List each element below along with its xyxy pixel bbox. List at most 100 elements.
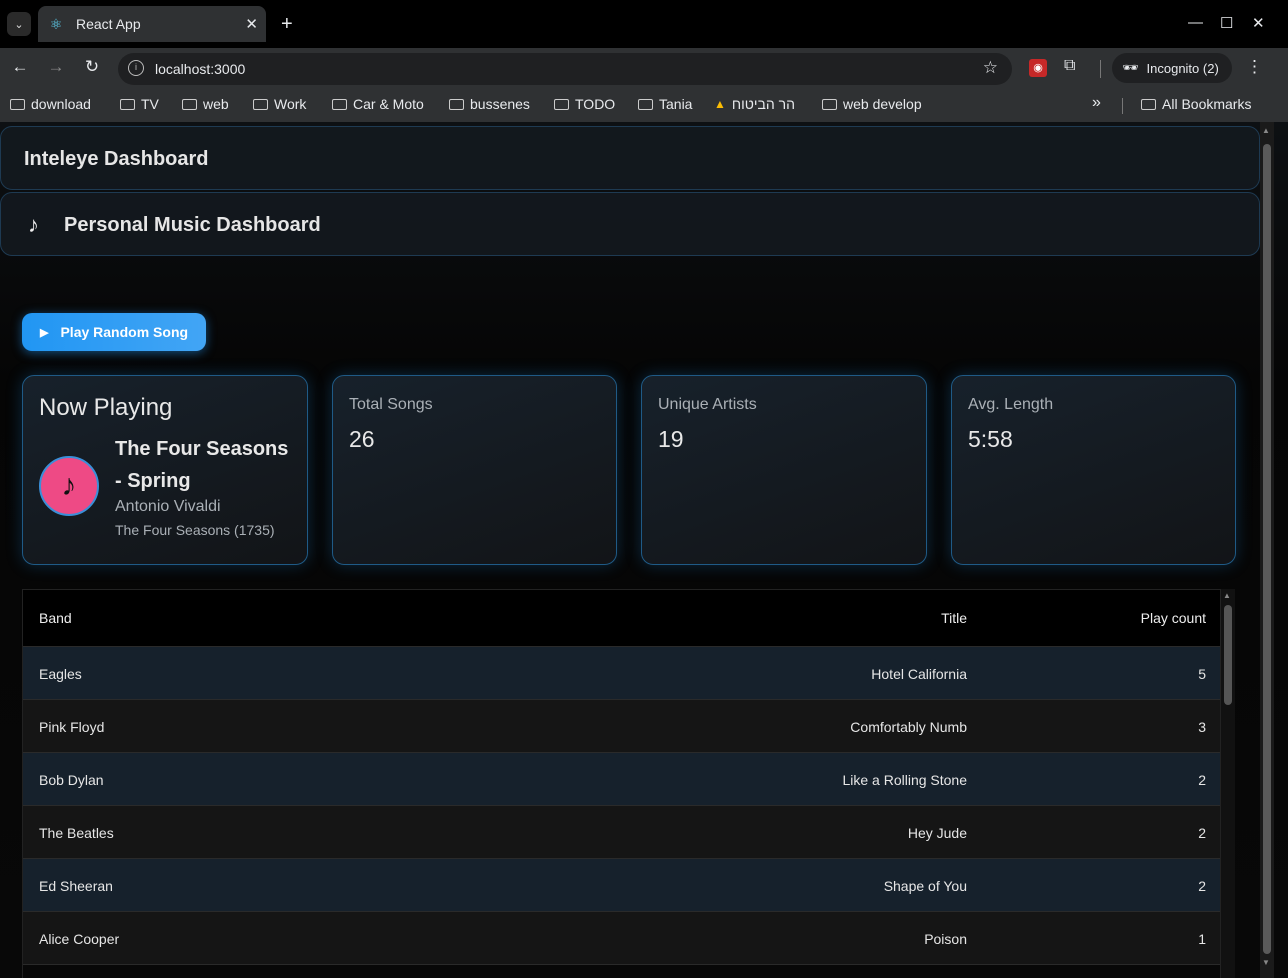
music-note-icon: ♪ xyxy=(28,212,39,237)
dashboard-header: ♪ Personal Music Dashboard xyxy=(0,192,1260,256)
stat-card-avg-length: Avg. Length 5:58 xyxy=(951,375,1236,565)
forward-icon[interactable]: → xyxy=(45,57,67,77)
table-row[interactable]: The Beatles Hey Jude 2 xyxy=(23,806,1220,859)
tab-close-icon[interactable]: ✕ xyxy=(245,15,258,33)
bookmark-har-habituach[interactable]: ▲ הר הביטוח xyxy=(714,96,795,112)
dashboard-title: Personal Music Dashboard xyxy=(64,214,321,236)
stat-value: 26 xyxy=(349,426,375,452)
folder-icon xyxy=(253,98,268,110)
now-playing-heading: Now Playing xyxy=(39,394,173,421)
browser-tab-bar: ⌄ ⚛ React App ✕ + — ☐ ✕ xyxy=(0,0,1288,48)
cell-band: Pink Floyd xyxy=(39,719,105,735)
table-scrollbar-thumb[interactable] xyxy=(1224,605,1232,705)
cell-play-count: 2 xyxy=(1198,772,1206,788)
extensions-puzzle-icon[interactable]: ⧉ xyxy=(1064,57,1075,75)
incognito-badge[interactable]: 🕶 Incognito (2) xyxy=(1112,53,1232,83)
browser-toolbar: ← → ↻ i localhost:3000 ☆ ◉ ⧉ 🕶 Incognito… xyxy=(0,48,1288,88)
page-scrollbar-thumb[interactable] xyxy=(1263,144,1271,954)
play-button-label: Play Random Song xyxy=(60,324,189,340)
all-bookmarks[interactable]: All Bookmarks xyxy=(1141,96,1251,112)
cell-title: Like a Rolling Stone xyxy=(842,772,967,788)
now-playing-artist: Antonio Vivaldi xyxy=(115,498,221,515)
incognito-icon: 🕶 xyxy=(1122,60,1139,75)
address-bar[interactable]: i localhost:3000 ☆ xyxy=(118,53,1012,85)
minimize-icon[interactable]: — xyxy=(1188,14,1203,31)
stat-label: Unique Artists xyxy=(658,396,757,413)
cell-title: Comfortably Numb xyxy=(850,719,967,735)
now-playing-card: Now Playing ♪ The Four Seasons - Spring … xyxy=(22,375,308,565)
bookmarks-bar: download TV web Work Car & Moto bussenes… xyxy=(0,88,1288,122)
table-row[interactable]: Eagles Hotel California 5 xyxy=(23,647,1220,700)
stat-value: 5:58 xyxy=(968,426,1013,452)
incognito-label: Incognito (2) xyxy=(1146,60,1219,76)
bookmarks-divider xyxy=(1122,98,1123,114)
react-favicon-icon: ⚛ xyxy=(49,16,63,32)
cell-play-count: 2 xyxy=(1198,878,1206,894)
url-text[interactable]: localhost:3000 xyxy=(155,61,245,77)
bookmark-tania[interactable]: Tania xyxy=(638,96,692,112)
now-playing-album: The Four Seasons (1735) xyxy=(115,522,275,538)
reload-icon[interactable]: ↻ xyxy=(81,57,103,77)
table-row[interactable]: Pink Floyd Comfortably Numb 3 xyxy=(23,700,1220,753)
toolbar-divider xyxy=(1100,60,1101,78)
bookmark-bussenes[interactable]: bussenes xyxy=(449,96,530,112)
folder-icon xyxy=(1141,98,1156,110)
stat-card-total-songs: Total Songs 26 xyxy=(332,375,617,565)
table-row[interactable]: Bob Dylan Like a Rolling Stone 2 xyxy=(23,753,1220,806)
table-row[interactable]: Alice Cooper Poison 1 xyxy=(23,912,1220,965)
cell-band: Alice Cooper xyxy=(39,931,120,947)
bookmark-tv[interactable]: TV xyxy=(120,96,159,112)
cell-play-count: 2 xyxy=(1198,825,1206,841)
bookmark-todo[interactable]: TODO xyxy=(554,96,615,112)
table-header: Band Title Play count xyxy=(23,590,1220,647)
drive-icon: ▲ xyxy=(714,97,726,111)
tab-search-icon[interactable]: ⌄ xyxy=(7,12,31,36)
window-close-icon[interactable]: ✕ xyxy=(1252,14,1265,32)
bookmark-web[interactable]: web xyxy=(182,96,229,112)
cell-band: Ed Sheeran xyxy=(39,878,113,894)
bookmark-download[interactable]: download xyxy=(10,96,91,112)
scroll-up-icon[interactable]: ▲ xyxy=(1223,591,1231,600)
songs-table: Band Title Play count Eagles Hotel Calif… xyxy=(22,589,1221,978)
folder-icon xyxy=(182,98,197,110)
cell-band: Eagles xyxy=(39,666,82,682)
cell-title: Shape of You xyxy=(883,878,967,894)
table-row[interactable]: Ed Sheeran Shape of You 2 xyxy=(23,859,1220,912)
maximize-icon[interactable]: ☐ xyxy=(1220,14,1233,32)
app-header: Inteleye Dashboard xyxy=(0,126,1260,190)
column-header-band[interactable]: Band xyxy=(39,610,72,626)
page-scrollbar[interactable]: ▲ ▼ xyxy=(1260,122,1274,978)
back-icon[interactable]: ← xyxy=(9,57,31,77)
now-playing-song: The Four Seasons - Spring xyxy=(115,438,289,492)
browser-tab[interactable]: ⚛ React App ✕ xyxy=(38,6,266,42)
cell-title: Poison xyxy=(924,931,967,947)
new-tab-icon[interactable]: + xyxy=(281,13,293,35)
stat-card-unique-artists: Unique Artists 19 xyxy=(641,375,927,565)
folder-icon xyxy=(638,98,653,110)
cell-play-count: 5 xyxy=(1198,666,1206,682)
page-scroll-down-icon[interactable]: ▼ xyxy=(1262,958,1270,967)
bookmark-work[interactable]: Work xyxy=(253,96,306,112)
bookmark-web-develop[interactable]: web develop xyxy=(822,96,922,112)
table-scrollbar[interactable]: ▲ xyxy=(1221,589,1235,978)
bookmarks-overflow-icon[interactable]: » xyxy=(1092,94,1101,112)
play-icon: ▶ xyxy=(40,326,49,339)
browser-menu-icon[interactable]: ⋮ xyxy=(1246,57,1263,77)
column-header-title[interactable]: Title xyxy=(941,610,967,626)
cell-band: Bob Dylan xyxy=(39,772,104,788)
play-random-song-button[interactable]: ▶ Play Random Song xyxy=(22,313,206,351)
stat-label: Avg. Length xyxy=(968,396,1054,413)
music-note-icon: ♪ xyxy=(39,456,99,516)
extension-icon[interactable]: ◉ xyxy=(1029,59,1047,77)
column-header-play-count[interactable]: Play count xyxy=(1141,610,1206,626)
cell-title: Hotel California xyxy=(871,666,967,682)
cell-play-count: 3 xyxy=(1198,719,1206,735)
folder-icon xyxy=(10,98,25,110)
page-scroll-up-icon[interactable]: ▲ xyxy=(1262,126,1270,135)
stat-label: Total Songs xyxy=(349,396,433,413)
page-content: Inteleye Dashboard ♪ Personal Music Dash… xyxy=(0,122,1288,978)
site-info-icon[interactable]: i xyxy=(128,60,144,76)
app-title: Inteleye Dashboard xyxy=(24,148,209,170)
bookmark-star-icon[interactable]: ☆ xyxy=(983,58,998,78)
bookmark-car-moto[interactable]: Car & Moto xyxy=(332,96,424,112)
